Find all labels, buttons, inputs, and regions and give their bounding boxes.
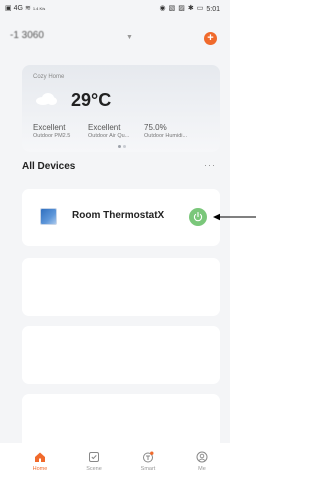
weather-card[interactable]: Cozy Home 29°C Excellent Outdoor PM2.5 E… <box>22 65 220 152</box>
header: -1 3060 ▼ + <box>0 22 230 52</box>
metric-value: Excellent <box>33 123 66 132</box>
scene-icon <box>89 452 99 462</box>
smart-icon <box>143 451 154 463</box>
eye-icon: ◉ <box>159 5 166 12</box>
cloud-icon <box>36 93 57 105</box>
nav-label: Me <box>198 466 206 472</box>
nav-scene[interactable]: Scene <box>74 451 114 472</box>
chevron-down-icon[interactable]: ▼ <box>126 34 133 41</box>
nav-label: Smart <box>140 466 156 472</box>
wifi-icon: ≋ <box>24 5 31 12</box>
thermostat-icon <box>40 208 57 225</box>
power-icon <box>193 212 203 222</box>
nav-label: Scene <box>86 466 102 472</box>
nfc-icon: ▧ <box>168 5 176 12</box>
bluetooth-icon: ✱ <box>187 5 194 12</box>
metric-pm25: Excellent Outdoor PM2.5 <box>33 123 70 139</box>
annotation-arrow-icon <box>213 213 256 221</box>
nav-smart[interactable]: Smart <box>128 451 168 472</box>
page-dot-active <box>118 145 121 148</box>
nav-label: Home <box>32 466 48 472</box>
nav-me[interactable]: Me <box>182 451 222 472</box>
add-device-button[interactable]: + <box>204 32 217 45</box>
temperature: 29°C <box>71 90 112 110</box>
home-icon <box>35 452 45 462</box>
home-label: Cozy Home <box>33 74 65 80</box>
home-selector[interactable]: -1 3060 <box>10 30 44 41</box>
bottom-nav: Home Scene Smart Me <box>0 443 230 477</box>
power-button[interactable] <box>189 208 207 226</box>
section-title: All Devices <box>22 161 76 172</box>
nav-home[interactable]: Home <box>20 451 60 472</box>
home-name: -1 3060 <box>10 30 44 41</box>
metric-label: Outdoor Air Qu... <box>88 133 130 139</box>
empty-card <box>22 326 220 384</box>
device-name: Room ThermostatX <box>72 210 165 221</box>
device-card[interactable]: Room ThermostatX <box>22 189 220 246</box>
metric-label: Outdoor PM2.5 <box>33 133 71 139</box>
metric-value: 75.0% <box>144 123 167 132</box>
metric-humidity: 75.0% Outdoor Humidi... <box>144 123 187 139</box>
battery-icon: ▭ <box>196 5 204 12</box>
vibrate-icon: ▨ <box>178 5 185 12</box>
speed-indicator: 1.4 K/s <box>32 6 46 11</box>
metric-value: Excellent <box>88 123 121 132</box>
metric-label: Outdoor Humidi... <box>144 133 188 139</box>
metric-air-quality: Excellent Outdoor Air Qu... <box>88 123 129 139</box>
me-icon <box>196 451 208 463</box>
app-screen: ▣ 4G ≋ 1.4 K/s ◉ ▧ ▨ ✱ ▭ 5:01 -1 3060 ▼ … <box>0 0 230 477</box>
page-indicator <box>118 145 126 148</box>
empty-card <box>22 258 220 316</box>
status-bar: ▣ 4G ≋ 1.4 K/s ◉ ▧ ▨ ✱ ▭ 5:01 <box>0 0 230 18</box>
status-right: ◉ ▧ ▨ ✱ ▭ 5:01 <box>160 5 220 13</box>
page-dot <box>123 145 126 148</box>
clock: 5:01 <box>206 5 220 13</box>
sim-icon: ▣ <box>5 5 12 12</box>
network-type: 4G <box>13 5 23 12</box>
status-left: ▣ 4G ≋ 1.4 K/s <box>5 5 45 13</box>
more-options-button[interactable]: ··· <box>204 160 216 170</box>
